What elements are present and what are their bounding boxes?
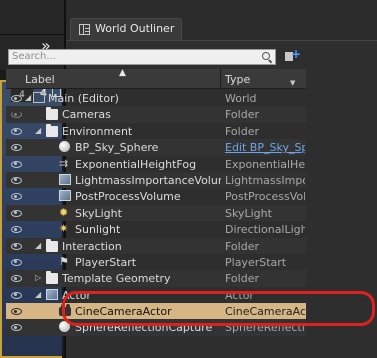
tree-row-lightmass-importance-volume[interactable]: LightmassImportanceVolume LightmassImpor… — [6, 171, 306, 189]
row-label: PlayerStart — [75, 255, 137, 269]
type-column-header[interactable]: Type — [225, 73, 250, 86]
tab-label: World Outliner — [95, 22, 175, 35]
row-label: BP_Sky_Sphere — [75, 141, 159, 155]
row-type: Folder — [225, 124, 259, 138]
tab-world-outliner[interactable]: World Outliner — [70, 18, 182, 40]
row-type: Folder — [225, 272, 259, 286]
row-label: Actor — [62, 288, 91, 302]
folder-icon — [46, 271, 58, 285]
tree-row-cameras[interactable]: Cameras Folder — [6, 106, 306, 123]
tree-row-template-geometry[interactable]: ▷ Template Geometry Folder — [6, 270, 306, 287]
volume-icon — [59, 190, 71, 202]
row-type: ExponentialHeightFog — [225, 157, 305, 171]
row-type: LightmassImportanceVolume — [225, 173, 305, 187]
row-label: LightmassImportanceVolume — [75, 173, 221, 187]
row-label: SphereReflectionCapture — [75, 321, 213, 335]
row-type: CineCameraActor — [225, 305, 305, 319]
tree-row-player-start[interactable]: ⚑ PlayerStart PlayerStart — [6, 254, 306, 270]
visibility-eye-icon[interactable] — [11, 209, 22, 217]
column-header: Label ▲ Type ▼ — [6, 68, 306, 89]
row-type: PostProcessVolume — [225, 190, 305, 204]
row-type: World — [225, 92, 257, 105]
visibility-eye-icon[interactable] — [11, 291, 22, 299]
visibility-eye-icon[interactable] — [11, 111, 22, 119]
row-type: DirectionalLight — [225, 223, 305, 237]
visibility-eye-icon[interactable] — [11, 242, 22, 250]
collapse-arrow-icon[interactable]: ◢ — [35, 126, 41, 135]
tree-row-interaction[interactable]: ◢ Interaction Folder — [6, 237, 306, 254]
visibility-eye-icon[interactable] — [11, 160, 22, 168]
row-type: Folder — [225, 239, 259, 253]
fog-icon: ⇉ — [59, 156, 69, 170]
tree-row-sphere-reflection-capture[interactable]: SphereReflectionCapture SphereReflection… — [6, 319, 306, 336]
player-start-icon: ⚑ — [59, 254, 69, 268]
toolbar-divider — [0, 34, 64, 35]
row-type: Actor — [225, 288, 254, 302]
camera-icon — [59, 304, 71, 317]
row-type: SphereReflectionCapture — [225, 321, 305, 335]
collapse-arrow-icon[interactable]: ◢ — [35, 290, 41, 299]
folder-open-icon — [46, 123, 58, 137]
tree-row-main-editor[interactable]: ◢ Main (Editor) World — [6, 90, 306, 106]
tree-row-environment[interactable]: ◢ Environment Folder — [6, 123, 306, 139]
visibility-eye-icon[interactable] — [11, 258, 22, 266]
visibility-eye-icon[interactable] — [11, 226, 22, 234]
actor-icon — [46, 288, 58, 300]
tree-row-bp-sky-sphere[interactable]: BP_Sky_Sphere Edit BP_Sky_Sphere — [6, 139, 306, 156]
label-column-header[interactable]: Label — [25, 73, 55, 86]
tree-row-exponential-height-fog[interactable]: ⇉ ExponentialHeightFog ExponentialHeight… — [6, 156, 306, 172]
row-label: PostProcessVolume — [75, 190, 181, 204]
sun-icon: ✷ — [59, 222, 69, 236]
sort-ascending-icon[interactable]: ▲ — [119, 68, 126, 78]
tree-row-post-process-volume[interactable]: PostProcessVolume PostProcessVolume — [6, 188, 306, 204]
outliner-tree: ◢ Main (Editor) World Cameras Folder ◢ E… — [6, 90, 306, 336]
row-type: PlayerStart — [225, 255, 287, 269]
search-placeholder: Search... — [12, 51, 56, 62]
row-label: Interaction — [62, 239, 122, 253]
row-label: Environment — [62, 124, 133, 138]
world-icon — [33, 92, 45, 103]
visibility-eye-icon[interactable] — [11, 308, 22, 316]
row-label: Cameras — [62, 108, 111, 122]
row-label: Template Geometry — [62, 272, 171, 286]
search-input[interactable]: Search... — [8, 49, 276, 65]
reflection-icon — [59, 321, 70, 333]
plus-icon: + — [291, 47, 302, 61]
expand-arrow-icon[interactable]: ▷ — [35, 273, 41, 282]
volume-icon — [59, 173, 71, 185]
search-icon — [262, 52, 272, 62]
collapse-arrow-icon[interactable]: ◢ — [35, 241, 41, 250]
visibility-eye-icon[interactable] — [11, 127, 22, 135]
visibility-eye-icon[interactable] — [11, 95, 22, 102]
row-type: Folder — [225, 108, 259, 122]
visibility-eye-icon[interactable] — [11, 193, 22, 201]
visibility-eye-icon[interactable] — [11, 176, 22, 184]
sphere-icon — [59, 141, 70, 153]
folder-open-icon — [46, 238, 58, 252]
tree-row-cine-camera-actor[interactable]: CineCameraActor CineCameraActor — [6, 303, 306, 320]
edit-blueprint-link[interactable]: Edit BP_Sky_Sphere — [225, 141, 305, 154]
add-actor-button[interactable]: + — [282, 47, 302, 64]
tree-row-actor[interactable]: ◢ Actor Actor — [6, 287, 306, 303]
row-label: CineCameraActor — [75, 305, 172, 319]
row-label: ExponentialHeightFog — [75, 157, 197, 171]
visibility-eye-icon[interactable] — [11, 324, 22, 332]
column-options-dropdown-icon[interactable]: ▼ — [290, 79, 295, 87]
tree-row-skylight[interactable]: ✹ SkyLight SkyLight — [6, 204, 306, 222]
skylight-icon: ✹ — [59, 205, 69, 219]
tree-row-sunlight[interactable]: ✷ Sunlight DirectionalLight — [6, 221, 306, 237]
row-type: SkyLight — [225, 206, 272, 220]
visibility-eye-icon[interactable] — [11, 144, 22, 152]
row-label: Sunlight — [75, 223, 121, 237]
row-label: SkyLight — [75, 206, 122, 220]
collapse-arrow-icon[interactable]: ◢ — [25, 93, 31, 102]
row-label: Main (Editor) — [48, 92, 119, 105]
visibility-eye-icon[interactable] — [11, 275, 22, 283]
folder-icon — [46, 107, 58, 121]
outliner-icon — [79, 24, 90, 35]
column-divider[interactable] — [220, 69, 221, 89]
